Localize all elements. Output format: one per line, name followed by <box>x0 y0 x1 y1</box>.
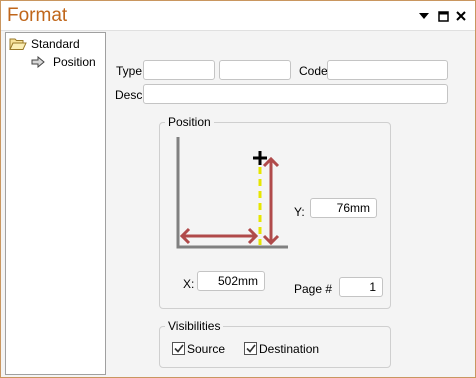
y-label: Y: <box>294 205 305 219</box>
code-input[interactable] <box>327 60 448 80</box>
type-label: Type: <box>116 64 146 78</box>
restore-icon[interactable] <box>435 8 451 24</box>
arrow-right-icon <box>31 55 49 69</box>
checkmark-icon <box>245 344 256 353</box>
tree-item-label: Position <box>53 55 96 69</box>
close-icon[interactable] <box>453 8 469 24</box>
position-group-title: Position <box>165 115 214 129</box>
page-value-field[interactable]: 1 <box>339 277 383 297</box>
checkmark-icon <box>173 344 184 353</box>
type-input-1[interactable] <box>143 60 215 80</box>
x-label: X: <box>183 277 195 291</box>
tree-item-standard[interactable]: Standard <box>9 35 80 53</box>
destination-label[interactable]: Destination <box>259 342 319 356</box>
type-input-2[interactable] <box>219 60 291 80</box>
x-double-arrow <box>179 227 259 245</box>
source-label[interactable]: Source <box>187 342 225 356</box>
page-label: Page # <box>294 282 333 296</box>
source-checkbox[interactable] <box>172 342 185 355</box>
x-value-field[interactable]: 502mm <box>197 271 265 291</box>
crosshair-icon <box>253 151 267 165</box>
tree-item-position[interactable]: Position <box>31 53 96 71</box>
window-title: Format <box>7 5 68 26</box>
format-tree: Standard Position <box>5 32 106 375</box>
dropdown-arrow-icon[interactable] <box>416 8 432 24</box>
format-window: Format Standard Position Type: Code: Des… <box>0 0 476 378</box>
title-bar: Format <box>1 1 475 31</box>
destination-checkbox[interactable] <box>244 342 257 355</box>
tree-item-label: Standard <box>31 37 80 51</box>
visibilities-group-title: Visibilities <box>165 319 224 333</box>
y-value-field[interactable]: 76mm <box>310 198 377 218</box>
desc-label: Desc: <box>115 88 146 102</box>
y-double-arrow <box>262 156 280 246</box>
position-diagram <box>176 137 288 249</box>
folder-open-icon <box>9 37 27 51</box>
desc-input[interactable] <box>143 84 448 104</box>
